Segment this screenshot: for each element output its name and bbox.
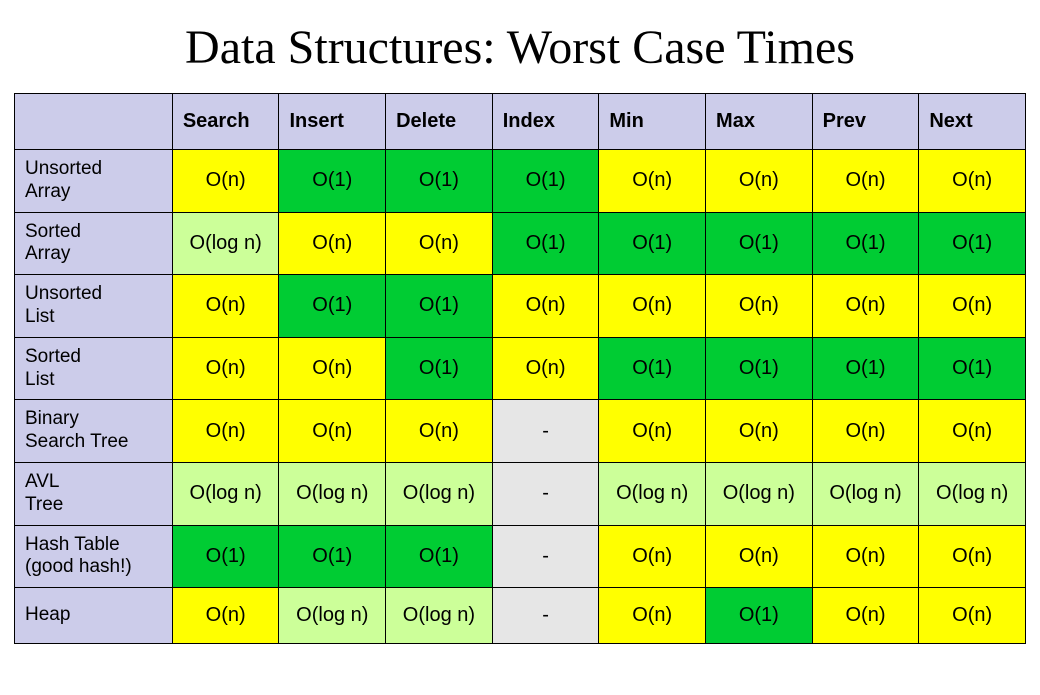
table-row: Unsorted ListO(n)O(1)O(1)O(n)O(n)O(n)O(n… — [15, 275, 1026, 338]
table-row: Binary Search TreeO(n)O(n)O(n)-O(n)O(n)O… — [15, 400, 1026, 463]
complexity-cell: O(n) — [279, 337, 386, 400]
complexity-cell: O(n) — [706, 525, 813, 588]
complexity-cell: - — [492, 462, 599, 525]
col-header: Index — [492, 94, 599, 150]
complexity-cell: O(n) — [812, 275, 919, 338]
complexity-cell: O(n) — [919, 150, 1026, 213]
complexity-cell: - — [492, 525, 599, 588]
complexity-cell: O(1) — [386, 275, 493, 338]
complexity-table: Search Insert Delete Index Min Max Prev … — [14, 93, 1026, 644]
complexity-cell: O(n) — [812, 400, 919, 463]
col-header: Search — [172, 94, 279, 150]
complexity-cell: O(n) — [812, 150, 919, 213]
complexity-cell: O(1) — [919, 337, 1026, 400]
row-header: Unsorted Array — [15, 150, 173, 213]
complexity-cell: O(n) — [279, 400, 386, 463]
complexity-cell: O(n) — [172, 337, 279, 400]
complexity-cell: O(log n) — [172, 462, 279, 525]
complexity-cell: O(log n) — [919, 462, 1026, 525]
complexity-cell: O(n) — [812, 525, 919, 588]
table-row: Unsorted ArrayO(n)O(1)O(1)O(1)O(n)O(n)O(… — [15, 150, 1026, 213]
complexity-cell: O(n) — [172, 275, 279, 338]
complexity-cell: O(log n) — [279, 462, 386, 525]
col-header: Next — [919, 94, 1026, 150]
table-row: Sorted ListO(n)O(n)O(1)O(n)O(1)O(1)O(1)O… — [15, 337, 1026, 400]
complexity-cell: - — [492, 588, 599, 644]
complexity-cell: O(1) — [279, 150, 386, 213]
complexity-cell: O(1) — [279, 275, 386, 338]
complexity-cell: O(n) — [599, 588, 706, 644]
complexity-cell: O(n) — [706, 400, 813, 463]
complexity-cell: O(1) — [919, 212, 1026, 275]
complexity-cell: O(1) — [386, 337, 493, 400]
complexity-cell: O(log n) — [706, 462, 813, 525]
complexity-cell: O(1) — [492, 212, 599, 275]
complexity-cell: O(n) — [812, 588, 919, 644]
complexity-cell: O(n) — [172, 400, 279, 463]
complexity-cell: O(n) — [386, 212, 493, 275]
col-header: Delete — [386, 94, 493, 150]
complexity-cell: O(1) — [599, 212, 706, 275]
complexity-cell: O(n) — [919, 400, 1026, 463]
complexity-cell: O(log n) — [812, 462, 919, 525]
row-header: Binary Search Tree — [15, 400, 173, 463]
complexity-cell: O(1) — [706, 212, 813, 275]
complexity-cell: O(n) — [279, 212, 386, 275]
table-row: HeapO(n)O(log n)O(log n)-O(n)O(1)O(n)O(n… — [15, 588, 1026, 644]
col-header: Insert — [279, 94, 386, 150]
complexity-cell: O(1) — [492, 150, 599, 213]
col-header: Min — [599, 94, 706, 150]
complexity-cell: O(1) — [599, 337, 706, 400]
complexity-cell: O(1) — [812, 337, 919, 400]
complexity-cell: O(n) — [706, 150, 813, 213]
complexity-cell: O(log n) — [599, 462, 706, 525]
complexity-cell: - — [492, 400, 599, 463]
complexity-cell: O(1) — [386, 525, 493, 588]
complexity-cell: O(log n) — [386, 588, 493, 644]
complexity-table-wrap: Search Insert Delete Index Min Max Prev … — [0, 93, 1040, 644]
complexity-cell: O(n) — [492, 275, 599, 338]
row-header: Unsorted List — [15, 275, 173, 338]
complexity-cell: O(n) — [919, 588, 1026, 644]
row-header: Heap — [15, 588, 173, 644]
table-row: Hash Table (good hash!)O(1)O(1)O(1)-O(n)… — [15, 525, 1026, 588]
table-body: Unsorted ArrayO(n)O(1)O(1)O(1)O(n)O(n)O(… — [15, 150, 1026, 644]
complexity-cell: O(n) — [172, 588, 279, 644]
complexity-cell: O(n) — [386, 400, 493, 463]
complexity-cell: O(n) — [172, 150, 279, 213]
complexity-cell: O(n) — [599, 150, 706, 213]
row-header: Sorted List — [15, 337, 173, 400]
table-header-row: Search Insert Delete Index Min Max Prev … — [15, 94, 1026, 150]
complexity-cell: O(n) — [492, 337, 599, 400]
complexity-cell: O(n) — [706, 275, 813, 338]
complexity-cell: O(1) — [172, 525, 279, 588]
complexity-cell: O(log n) — [386, 462, 493, 525]
complexity-cell: O(n) — [599, 525, 706, 588]
table-row: Sorted ArrayO(log n)O(n)O(n)O(1)O(1)O(1)… — [15, 212, 1026, 275]
complexity-cell: O(n) — [599, 275, 706, 338]
complexity-cell: O(log n) — [279, 588, 386, 644]
page-title: Data Structures: Worst Case Times — [0, 20, 1040, 75]
row-header: AVL Tree — [15, 462, 173, 525]
header-corner — [15, 94, 173, 150]
row-header: Hash Table (good hash!) — [15, 525, 173, 588]
complexity-cell: O(n) — [919, 275, 1026, 338]
complexity-cell: O(1) — [706, 337, 813, 400]
complexity-cell: O(1) — [279, 525, 386, 588]
table-row: AVL TreeO(log n)O(log n)O(log n)-O(log n… — [15, 462, 1026, 525]
complexity-cell: O(log n) — [172, 212, 279, 275]
complexity-cell: O(1) — [386, 150, 493, 213]
complexity-cell: O(1) — [706, 588, 813, 644]
complexity-cell: O(1) — [812, 212, 919, 275]
col-header: Prev — [812, 94, 919, 150]
complexity-cell: O(n) — [919, 525, 1026, 588]
row-header: Sorted Array — [15, 212, 173, 275]
col-header: Max — [706, 94, 813, 150]
complexity-cell: O(n) — [599, 400, 706, 463]
